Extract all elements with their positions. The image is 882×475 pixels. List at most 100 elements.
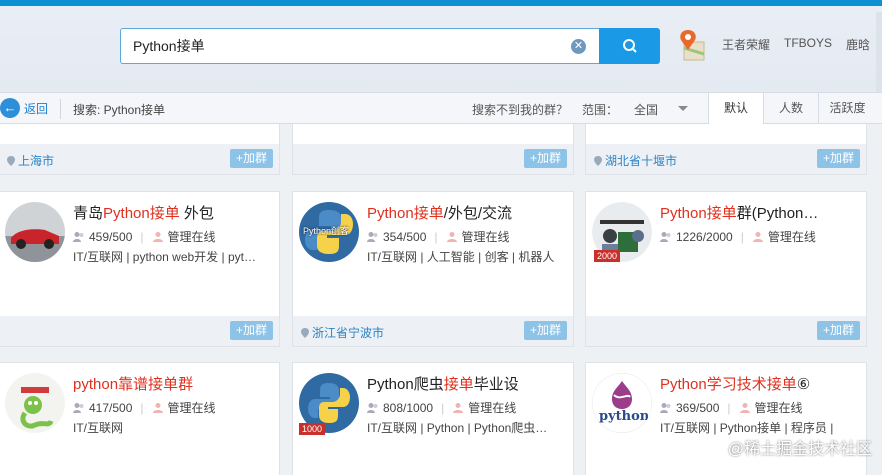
members-icon bbox=[73, 231, 84, 242]
results-toolbar: ← 返回 搜索: Python接单 搜索不到我的群？ 范围： 全国 默认 人数 … bbox=[0, 92, 882, 124]
range-label: 范围： bbox=[582, 103, 619, 117]
group-name[interactable]: python靠谱接单群 bbox=[73, 373, 273, 394]
group-avatar: 2000 bbox=[592, 202, 652, 262]
group-name[interactable]: 青岛Python接单 外包 bbox=[73, 202, 273, 223]
search-box: ✕ bbox=[120, 28, 600, 64]
join-group-button[interactable]: +加群 bbox=[523, 321, 567, 340]
group-meta: 417/500 | 管理在线 bbox=[73, 399, 216, 416]
group-card[interactable]: python靠谱接单群 417/500 | 管理在线 IT/互联网 bbox=[0, 362, 280, 475]
group-meta: 369/500 | 管理在线 bbox=[660, 399, 803, 416]
admin-icon bbox=[739, 402, 750, 413]
group-avatar: 1000 bbox=[299, 373, 359, 435]
back-button[interactable]: ← 返回 bbox=[0, 98, 48, 118]
admin-status: 管理在线 bbox=[468, 401, 517, 415]
location: 浙江省宁波市 bbox=[301, 324, 384, 341]
location-pin-icon bbox=[594, 155, 602, 166]
group-results-grid: 上海市 +加群 +加群 湖北省十堰市 +加群 青岛Python接单 外包 459… bbox=[0, 124, 876, 475]
join-group-button[interactable]: +加群 bbox=[229, 149, 273, 168]
member-count: 417/500 bbox=[89, 400, 133, 415]
location-pin-icon bbox=[7, 155, 15, 166]
group-card[interactable]: Python创客 Python接单/外包/交流 354/500 | 管理在线 IT… bbox=[292, 191, 574, 347]
admin-status: 管理在线 bbox=[754, 401, 803, 415]
member-cap-badge: 2000 bbox=[594, 250, 621, 262]
member-count: 369/500 bbox=[676, 400, 720, 415]
location-pin-icon bbox=[301, 327, 309, 338]
card-footer: 浙江省宁波市 +加群 bbox=[293, 316, 573, 346]
join-group-button[interactable]: +加群 bbox=[816, 149, 860, 168]
member-count: 1226/2000 bbox=[676, 229, 733, 244]
member-count: 354/500 bbox=[383, 229, 427, 244]
join-group-button[interactable]: +加群 bbox=[816, 321, 860, 340]
members-icon bbox=[660, 402, 671, 413]
group-meta: 459/500 | 管理在线 bbox=[73, 228, 216, 245]
member-count: 459/500 bbox=[89, 229, 133, 244]
members-icon bbox=[367, 402, 378, 413]
group-card[interactable]: 湖北省十堰市 +加群 bbox=[585, 124, 867, 175]
group-name[interactable]: Python接单/外包/交流 bbox=[367, 202, 567, 223]
range-select[interactable]: 全国 bbox=[634, 101, 658, 118]
hot-search-links: 王者荣耀 TFBOYS 鹿晗 bbox=[722, 36, 870, 53]
back-arrow-icon: ← bbox=[0, 98, 20, 118]
group-tags: IT/互联网 bbox=[73, 421, 123, 435]
tab-members[interactable]: 人数 bbox=[763, 93, 818, 124]
group-meta: 354/500 | 管理在线 bbox=[367, 228, 510, 245]
chevron-down-icon[interactable] bbox=[678, 106, 688, 111]
members-icon bbox=[660, 231, 671, 242]
join-group-button[interactable]: +加群 bbox=[523, 149, 567, 168]
group-name[interactable]: Python学习技术接单⑥ bbox=[660, 373, 860, 394]
avatar-caption: python bbox=[599, 409, 650, 424]
group-card[interactable]: 上海市 +加群 bbox=[0, 124, 280, 175]
hot-link[interactable]: 鹿晗 bbox=[846, 36, 870, 53]
group-tags: IT/互联网 | 人工智能 | 创客 | 机器人 bbox=[367, 250, 555, 264]
admin-status: 管理在线 bbox=[167, 401, 216, 415]
location: 上海市 bbox=[7, 152, 54, 169]
card-footer: 上海市 +加群 bbox=[0, 144, 279, 174]
back-label: 返回 bbox=[24, 101, 49, 116]
admin-status: 管理在线 bbox=[461, 230, 510, 244]
map-location-icon[interactable] bbox=[676, 28, 708, 64]
group-card[interactable]: 青岛Python接单 外包 459/500 | 管理在线 IT/互联网 | pyt… bbox=[0, 191, 280, 347]
card-footer: 湖北省十堰市 +加群 bbox=[586, 144, 866, 174]
admin-status: 管理在线 bbox=[767, 230, 816, 244]
admin-icon bbox=[446, 231, 457, 242]
toolbar-divider bbox=[60, 99, 61, 119]
location: 湖北省十堰市 bbox=[594, 152, 677, 169]
members-icon bbox=[367, 231, 378, 242]
member-cap-badge: 1000 bbox=[299, 423, 326, 435]
card-footer: +加群 bbox=[0, 316, 279, 346]
group-avatar bbox=[5, 202, 65, 262]
hot-link[interactable]: 王者荣耀 bbox=[722, 36, 770, 53]
admin-status: 管理在线 bbox=[167, 230, 216, 244]
card-footer: +加群 bbox=[586, 316, 866, 346]
group-card[interactable]: +加群 bbox=[292, 124, 574, 175]
clear-icon[interactable]: ✕ bbox=[571, 39, 586, 54]
group-meta: 808/1000 | 管理在线 bbox=[367, 399, 516, 416]
group-name[interactable]: Python爬虫接单毕业设 bbox=[367, 373, 567, 394]
group-name[interactable]: Python接单群(Python… bbox=[660, 202, 860, 223]
group-tags: IT/互联网 | python web开发 | pyt… bbox=[73, 250, 256, 264]
tab-activity[interactable]: 活跃度 bbox=[818, 93, 876, 124]
search-summary: 搜索: Python接单 bbox=[73, 103, 166, 117]
group-tags: IT/互联网 | Python | Python爬虫… bbox=[367, 421, 548, 435]
admin-icon bbox=[752, 231, 763, 242]
group-card[interactable]: 1000 Python爬虫接单毕业设 808/1000 | 管理在线 IT/互联网… bbox=[292, 362, 574, 475]
admin-icon bbox=[152, 402, 163, 413]
group-tags: IT/互联网 | Python接单 | 程序员 | bbox=[660, 421, 834, 435]
group-avatar bbox=[5, 373, 65, 433]
members-icon bbox=[73, 402, 84, 413]
search-input[interactable] bbox=[121, 29, 561, 63]
watermark: @稀土掘金技术社区 bbox=[727, 441, 872, 458]
tab-default[interactable]: 默认 bbox=[708, 93, 763, 124]
search-button[interactable] bbox=[599, 28, 660, 64]
member-count: 808/1000 bbox=[383, 400, 434, 415]
hot-link[interactable]: TFBOYS bbox=[784, 36, 832, 53]
group-card[interactable]: 2000 Python接单群(Python… 1226/2000 | 管理在线 +… bbox=[585, 191, 867, 347]
join-group-button[interactable]: +加群 bbox=[229, 321, 273, 340]
admin-icon bbox=[152, 231, 163, 242]
not-found-link[interactable]: 搜索不到我的群？ bbox=[472, 101, 568, 118]
search-icon bbox=[622, 39, 637, 53]
card-footer: +加群 bbox=[293, 144, 573, 174]
scrollbar-edge bbox=[876, 12, 882, 98]
avatar-caption: Python创客 bbox=[303, 226, 350, 236]
group-meta: 1226/2000 | 管理在线 bbox=[660, 228, 816, 245]
